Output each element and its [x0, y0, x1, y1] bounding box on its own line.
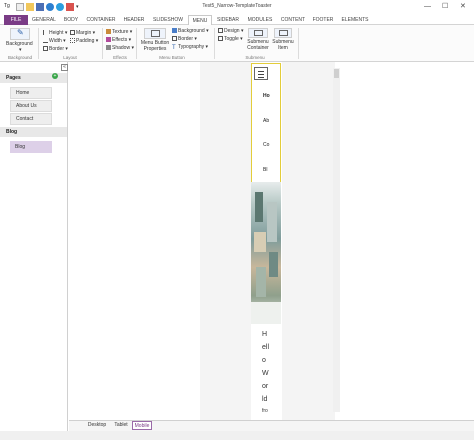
hamburger-menu-icon[interactable] — [254, 67, 268, 80]
toggle-icon — [218, 36, 223, 41]
group-label-background: Background — [7, 55, 33, 60]
hello-text-line-3: o — [262, 357, 266, 364]
background-fill-icon — [172, 28, 177, 33]
width-button[interactable]: Width ▾ — [43, 38, 66, 44]
collapse-sidebar-button[interactable]: « — [61, 64, 68, 71]
design-icon — [218, 28, 223, 33]
border-button[interactable]: Border ▾ — [43, 46, 68, 52]
effects-button[interactable]: Effects ▾ — [106, 37, 131, 43]
effects-icon — [106, 37, 111, 42]
page-item-contact[interactable]: Contact — [10, 113, 52, 125]
tab-container[interactable]: CONTAINER — [84, 15, 118, 25]
menu-properties-icon — [151, 30, 160, 37]
view-tab-desktop[interactable]: Desktop — [84, 421, 110, 430]
typography-icon: T — [172, 45, 176, 51]
window-title: Test5_Narrow-TemplateToaster — [202, 3, 272, 9]
group-divider — [102, 28, 103, 59]
menu-item-blog[interactable]: Bl — [263, 167, 267, 173]
paint-brush-icon: ✎ — [17, 28, 24, 37]
view-tab-mobile[interactable]: Mobile — [132, 421, 152, 430]
submenu-item-label-2: Item — [278, 45, 288, 51]
add-page-icon[interactable]: + — [52, 73, 58, 79]
hello-text-line-2: ell — [262, 344, 270, 351]
padding-icon — [70, 38, 75, 43]
preview-scrollbar-thumb[interactable] — [334, 69, 339, 78]
hello-text-line-1: H — [262, 331, 268, 338]
preview-scrollbar[interactable] — [333, 68, 340, 412]
menu-item-about[interactable]: Ab — [263, 118, 269, 124]
tab-slideshow[interactable]: SLIDESHOW — [150, 15, 186, 25]
submenu-container-button[interactable] — [248, 28, 268, 38]
page-item-home[interactable]: Home — [10, 87, 52, 99]
shadow-icon — [106, 45, 111, 50]
margin-button[interactable]: Margin ▾ — [70, 30, 95, 36]
hello-text-line-6: ld — [262, 396, 268, 403]
chevron-down-icon[interactable]: ▾ — [19, 47, 22, 53]
design-button[interactable]: Design ▾ — [218, 28, 243, 34]
blog-item-blog[interactable]: Blog — [10, 141, 52, 153]
border-icon — [43, 46, 48, 51]
tab-file[interactable]: FILE — [4, 15, 28, 25]
tab-body[interactable]: BODY — [60, 15, 82, 25]
group-divider — [38, 28, 39, 59]
group-label-effects: Effects — [113, 55, 127, 60]
menu-item-home[interactable]: Ho — [263, 93, 270, 99]
menu-border-button[interactable]: Border ▾ — [172, 36, 197, 42]
group-divider — [136, 28, 137, 59]
hello-text-line-5: or — [262, 383, 269, 390]
hello-text-line-4: W — [262, 370, 269, 377]
submenu-container-icon — [254, 30, 263, 36]
title-bar: Tg ▾ Test5_Narrow-TemplateToaster — ☐ ✕ — [0, 0, 474, 13]
group-label-submenu: Submenu — [245, 55, 265, 60]
texture-button[interactable]: Texture ▾ — [106, 29, 132, 35]
blog-section-header: Blog — [0, 127, 67, 137]
margin-icon — [70, 30, 75, 35]
border-icon — [172, 36, 177, 41]
submenu-item-button[interactable] — [274, 28, 292, 38]
minimize-button[interactable]: — — [424, 2, 431, 11]
close-button[interactable]: ✕ — [460, 2, 466, 11]
tab-general[interactable]: GENERAL — [30, 15, 58, 25]
ribbon-panel: ✎ Background ▾ Background Height ▾ Width… — [0, 25, 474, 62]
toggle-button[interactable]: Toggle ▾ — [218, 36, 243, 42]
padding-button[interactable]: Padding ▾ — [70, 38, 98, 44]
status-bar — [0, 431, 474, 440]
menu-button-properties-button[interactable] — [144, 28, 166, 39]
texture-icon — [106, 29, 111, 34]
menu-item-contact[interactable]: Co — [263, 142, 269, 148]
group-divider — [214, 28, 215, 59]
tab-header[interactable]: HEADER — [120, 15, 148, 25]
tab-modules[interactable]: MODULES — [244, 15, 276, 25]
group-label-menu-button: Menu Button — [159, 55, 185, 60]
tab-content[interactable]: CONTENT — [278, 15, 308, 25]
submenu-item-icon — [279, 30, 288, 36]
menu-background-button[interactable]: Background ▾ — [172, 28, 209, 34]
menu-button-properties-label-2: Properties — [143, 46, 167, 52]
shadow-button[interactable]: Shadow ▾ — [106, 45, 134, 51]
hello-text-line-7: fro — [262, 408, 268, 414]
hero-city-image — [251, 182, 281, 324]
page-item-about-us[interactable]: About Us — [10, 100, 52, 112]
group-divider — [298, 28, 299, 59]
tab-sidebar[interactable]: SIDEBAR — [214, 15, 242, 25]
view-tab-tablet[interactable]: Tablet — [111, 421, 131, 430]
width-icon — [43, 38, 48, 43]
maximize-button[interactable]: ☐ — [442, 2, 448, 11]
height-icon — [43, 30, 48, 35]
submenu-container-label-2: Container — [247, 45, 269, 51]
background-button[interactable]: ✎ — [10, 28, 30, 40]
tab-elements[interactable]: ELEMENTS — [338, 15, 372, 25]
tab-footer[interactable]: FOOTER — [310, 15, 336, 25]
group-label-layout: Layout — [63, 55, 77, 60]
menu-typography-button[interactable]: T Typography ▾ — [172, 44, 208, 51]
ribbon-tab-bar: FILE GENERAL BODY CONTAINER HEADER SLIDE… — [0, 15, 474, 26]
height-button[interactable]: Height ▾ — [43, 30, 67, 36]
